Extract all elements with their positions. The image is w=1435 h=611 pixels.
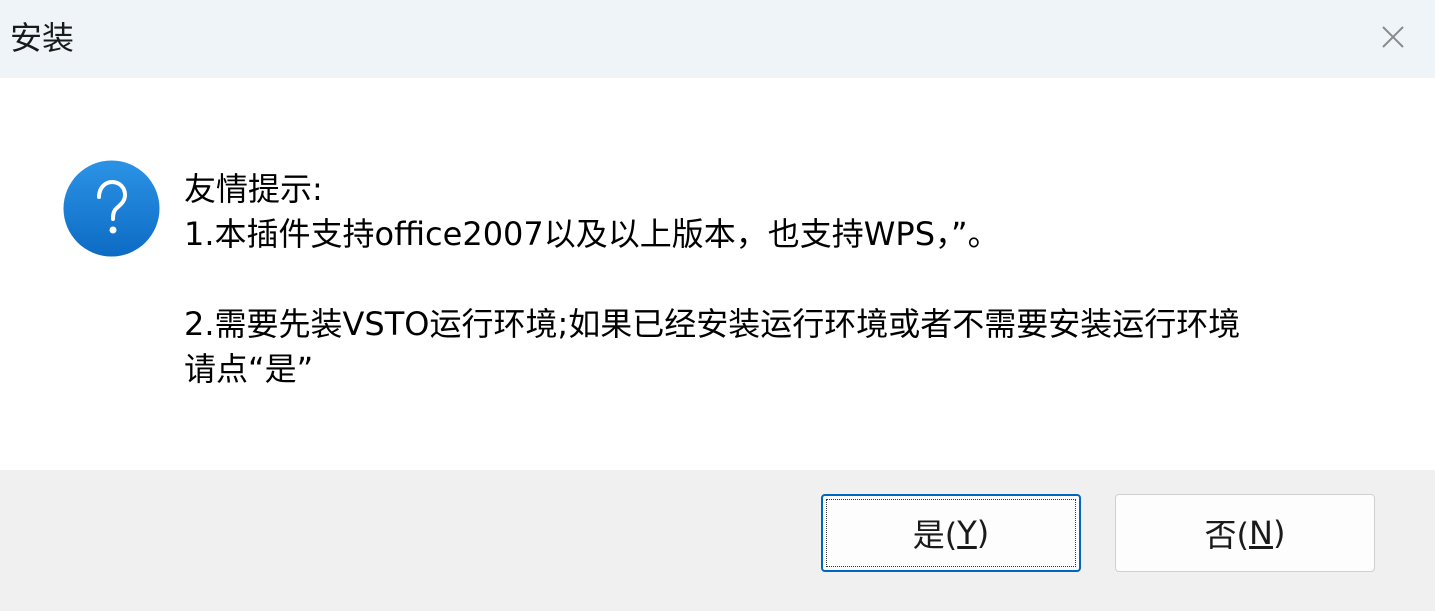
dialog-content: 友情提示: 1.本插件支持office2007以及以上版本，也支持WPS，”。 ​2… <box>0 78 1435 470</box>
yes-label-suffix: ) <box>976 514 990 552</box>
message-line: ​ <box>184 257 1240 302</box>
no-label-suffix: ) <box>1272 514 1286 552</box>
button-bar: 是(Y) 否(N) <box>0 470 1435 611</box>
message-line: 1.本插件支持office2007以及以上版本，也支持WPS，”。 <box>184 215 1000 253</box>
no-button[interactable]: 否(N) <box>1115 494 1375 572</box>
yes-label-prefix: 是( <box>912 516 958 554</box>
question-icon <box>63 160 160 257</box>
yes-accelerator: Y <box>957 514 977 552</box>
close-button[interactable] <box>1366 10 1420 64</box>
title-bar[interactable]: 安装 <box>0 0 1435 78</box>
install-dialog: 安装 友情提示: 1.本插件支持office2007以及以上版本，也支持WPS，”… <box>0 0 1435 611</box>
message-line: 请点“是” <box>184 350 314 388</box>
message-line: 友情提示: <box>184 170 323 208</box>
no-label-prefix: 否( <box>1204 516 1250 554</box>
close-icon <box>1382 26 1404 48</box>
message-line: 2.需要先装VSTO运行环境;如果已经安装运行环境或者不需要安装运行环境 <box>184 305 1241 343</box>
no-accelerator: N <box>1249 514 1273 552</box>
yes-button[interactable]: 是(Y) <box>821 494 1081 572</box>
window-title: 安装 <box>10 19 75 57</box>
message-text: 友情提示: 1.本插件支持office2007以及以上版本，也支持WPS，”。 ​2… <box>184 167 1240 392</box>
